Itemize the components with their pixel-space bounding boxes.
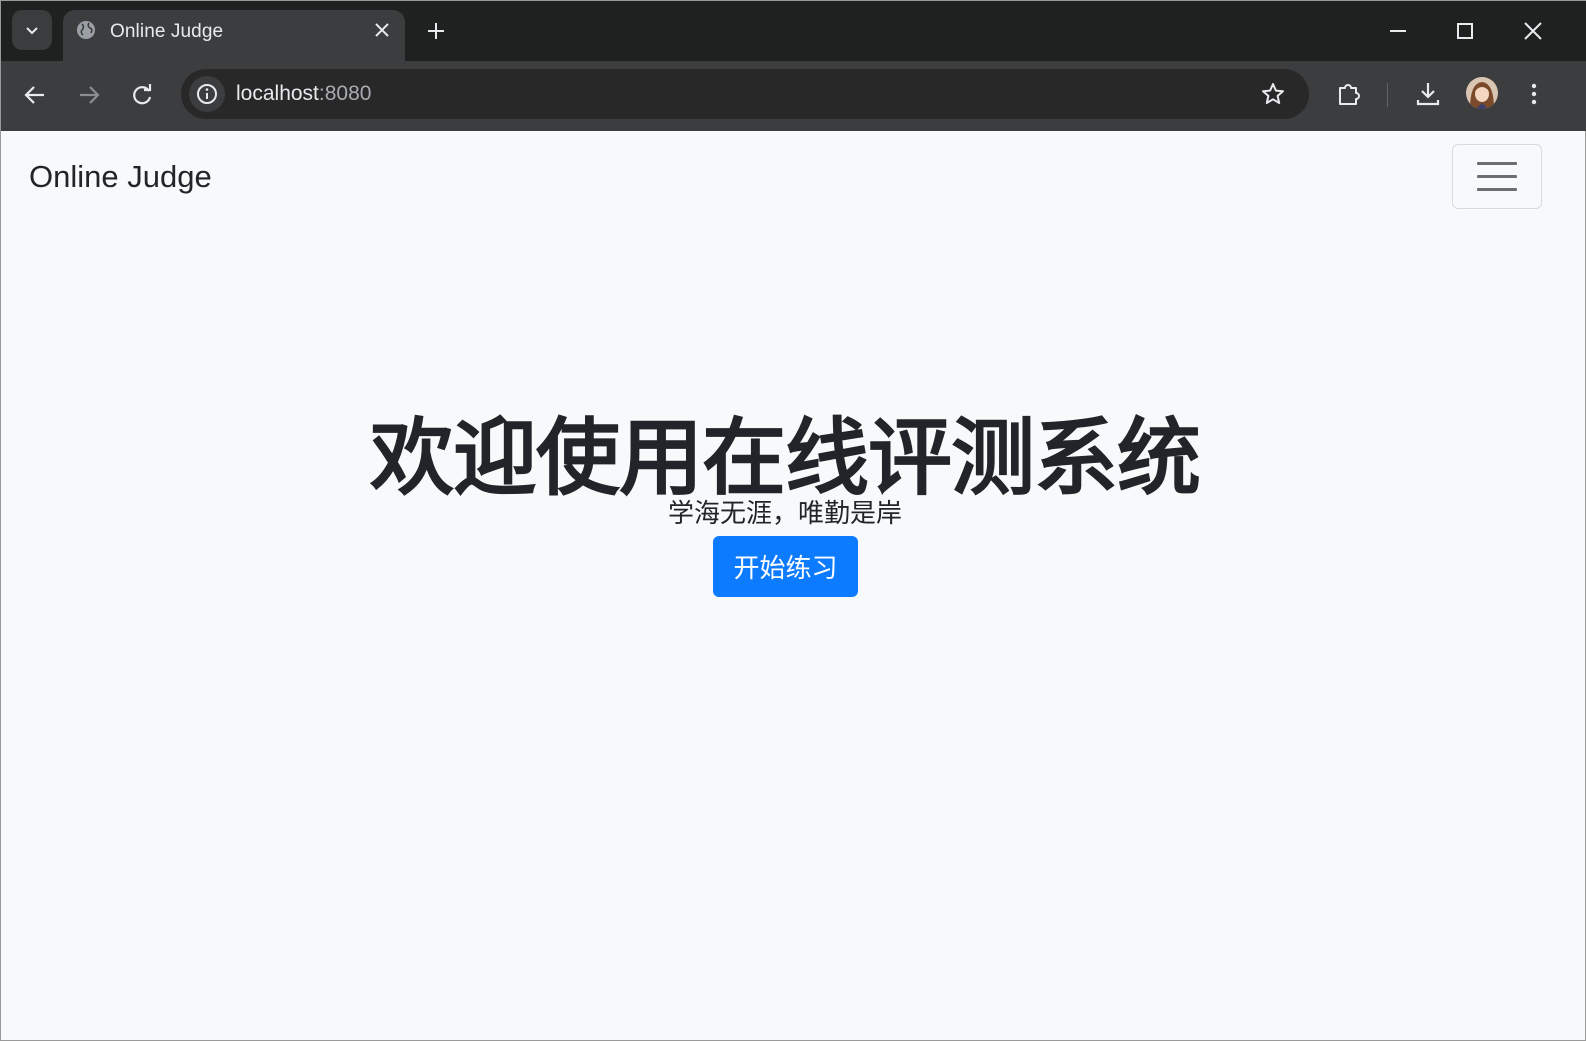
back-arrow-icon[interactable]	[21, 81, 49, 109]
url-text[interactable]: localhost:8080	[236, 82, 371, 106]
new-tab-icon[interactable]	[424, 19, 448, 43]
tab-title: Online Judge	[110, 21, 224, 42]
start-practice-button[interactable]: 开始练习	[713, 536, 858, 597]
hero-subtitle: 学海无涯，唯勤是岸	[667, 498, 902, 528]
chevron-down-icon	[26, 27, 38, 35]
bookmark-star-icon[interactable]	[1260, 81, 1286, 107]
url-host: localhost	[236, 82, 319, 105]
browser-tab[interactable]: Online Judge	[63, 10, 405, 61]
minimize-icon[interactable]	[1386, 19, 1410, 43]
page-content: Online Judge 欢迎使用在线评测系统 学海无涯，唯勤是岸 开始练习	[3, 131, 1567, 1028]
maximize-icon[interactable]	[1453, 19, 1477, 43]
download-icon[interactable]	[1413, 79, 1443, 109]
browser-window: Online Judge localhost:8080 Online Judge…	[0, 0, 1586, 1041]
navbar-brand[interactable]: Online Judge	[29, 159, 212, 195]
avatar-icon	[1466, 77, 1498, 109]
close-window-icon[interactable]	[1521, 19, 1545, 43]
extensions-icon[interactable]	[1334, 79, 1364, 109]
globe-icon	[77, 21, 95, 39]
navbar-toggle-button[interactable]	[1452, 144, 1542, 209]
address-bar[interactable]: localhost:8080	[181, 69, 1309, 119]
forward-arrow-icon[interactable]	[75, 81, 103, 109]
url-port: :8080	[318, 82, 372, 105]
hamburger-line	[1477, 188, 1517, 191]
tab-search-button[interactable]	[12, 10, 52, 50]
hamburger-line	[1477, 175, 1517, 178]
site-info-button[interactable]	[189, 76, 225, 112]
reload-icon[interactable]	[128, 81, 156, 109]
hamburger-line	[1477, 162, 1517, 165]
tab-strip: Online Judge	[1, 1, 1586, 61]
browser-toolbar: localhost:8080	[1, 61, 1586, 131]
toolbar-divider	[1387, 83, 1388, 107]
info-icon	[197, 84, 217, 104]
close-icon[interactable]	[373, 21, 391, 39]
menu-dots-icon[interactable]	[1519, 79, 1549, 109]
profile-avatar[interactable]	[1466, 77, 1498, 109]
